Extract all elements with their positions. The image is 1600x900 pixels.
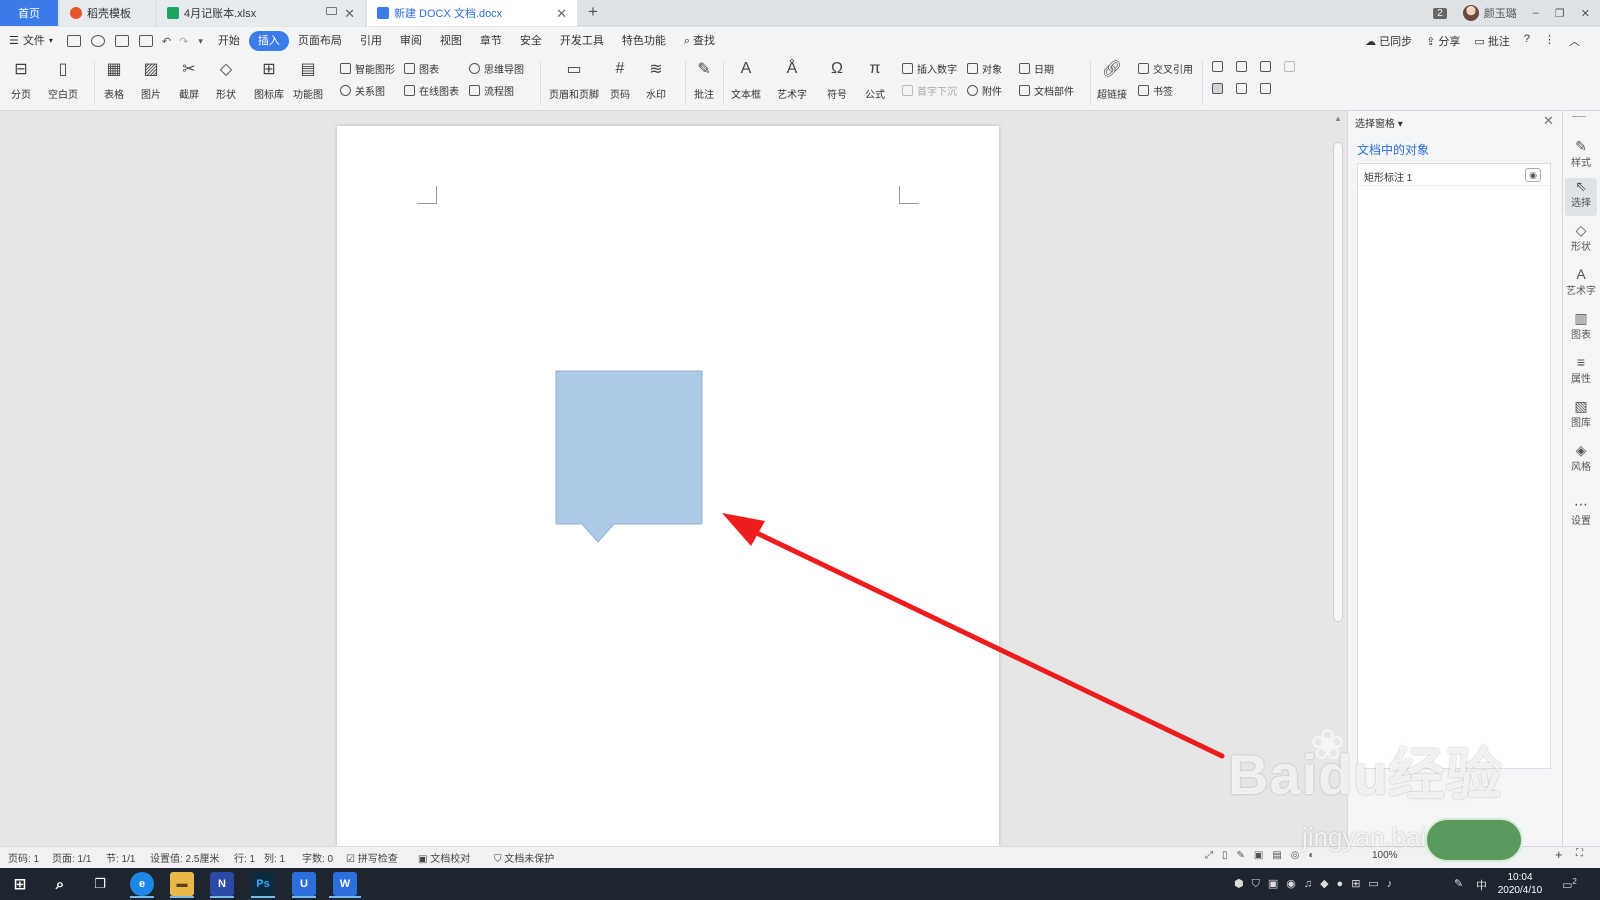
- clock-time: 10:04: [1507, 872, 1533, 883]
- brush-icon: ✎: [1575, 138, 1587, 154]
- sidebar-item-shape[interactable]: ◇ 形状: [1565, 222, 1597, 260]
- task-view-icon[interactable]: ❐: [88, 872, 112, 896]
- proofread-label: 文档校对: [430, 854, 471, 865]
- windows-start-icon[interactable]: ⊞: [8, 872, 32, 896]
- protection-status[interactable]: ⛉ 文档未保护: [494, 850, 554, 865]
- sidebar-item-label: 选择: [1571, 198, 1591, 209]
- protection-label: 文档未保护: [504, 854, 555, 865]
- sidebar-handle[interactable]: [1572, 116, 1586, 117]
- gallery-icon: ▧: [1574, 398, 1588, 414]
- theme-icon: ◈: [1575, 442, 1587, 458]
- baidu-watermark: Baidu经验: [1228, 743, 1503, 806]
- status-pages[interactable]: 页面: 1/1: [52, 850, 91, 865]
- sidebar-item-gallery[interactable]: ▧ 图库: [1565, 398, 1597, 436]
- active-indicator: [251, 896, 275, 898]
- sidebar-item-label: 属性: [1571, 374, 1591, 385]
- bar-chart-icon: ▥: [1574, 310, 1588, 326]
- red-arrow-head: [722, 513, 765, 546]
- fullscreen-icon[interactable]: ⛶: [1576, 848, 1583, 859]
- sidebar-item-chart[interactable]: ▥ 图表: [1565, 310, 1597, 348]
- zoom-in-icon[interactable]: +: [1555, 847, 1563, 862]
- search-icon[interactable]: ⌕: [48, 872, 72, 896]
- active-indicator: [329, 896, 361, 898]
- objects-section-title: 文档中的对象: [1357, 143, 1430, 157]
- sidebar-item-label: 图表: [1571, 330, 1591, 341]
- eye-icon[interactable]: ◉: [1525, 168, 1541, 182]
- active-indicator: [210, 896, 234, 898]
- browser-icon[interactable]: e: [130, 872, 154, 896]
- sidebar-item-select[interactable]: ⇖ 选择: [1565, 178, 1597, 216]
- active-indicator: [170, 896, 194, 898]
- scroll-up-icon[interactable]: ▲: [1334, 114, 1342, 123]
- jingyan-seal-logo: [1425, 818, 1523, 862]
- spell-check-label: 拼写检查: [357, 854, 398, 865]
- active-indicator: [292, 896, 316, 898]
- object-name: 矩形标注 1: [1364, 173, 1413, 184]
- status-page-code: 页码: 1: [8, 854, 40, 865]
- sidebar-item-label: 风格: [1571, 462, 1591, 473]
- sidebar-item-label: 样式: [1571, 158, 1591, 169]
- sidebar-item-properties[interactable]: ≡ 属性: [1565, 354, 1597, 392]
- more-dots-icon: ⋯: [1574, 496, 1588, 512]
- sliders-icon: ≡: [1576, 354, 1586, 370]
- sidebar-item-label: 设置: [1571, 516, 1591, 527]
- pen-icon[interactable]: ✎: [1454, 877, 1463, 890]
- notification-count: 2: [1572, 877, 1577, 886]
- close-icon[interactable]: ✕: [1543, 113, 1554, 129]
- sidebar-item-wordart[interactable]: A 艺术字: [1565, 266, 1597, 304]
- sidebar-item-label: 形状: [1571, 242, 1591, 253]
- sidebar-item-label: 艺术字: [1566, 286, 1596, 297]
- chevron-down-icon: ▾: [1397, 119, 1403, 130]
- app-icon[interactable]: N: [210, 872, 234, 896]
- photoshop-icon[interactable]: Ps: [251, 872, 275, 896]
- status-row: 行: 1: [234, 854, 256, 865]
- sidebar-item-label: 图库: [1571, 418, 1591, 429]
- rectangle-callout-shape[interactable]: [555, 370, 703, 543]
- sidebar-item-theme[interactable]: ◈ 风格: [1565, 442, 1597, 480]
- shape-icon: ◇: [1575, 222, 1587, 238]
- system-clock[interactable]: 10:04 2020/4/10: [1497, 871, 1543, 897]
- clock-date: 2020/4/10: [1497, 885, 1543, 896]
- status-word-count[interactable]: 字数: 0: [302, 850, 333, 865]
- status-section: 节: 1/1: [106, 854, 136, 865]
- red-annotation-arrow: [737, 522, 1225, 759]
- ime-indicator[interactable]: 中: [1476, 877, 1487, 893]
- file-explorer-icon[interactable]: ▬: [170, 872, 194, 896]
- status-col: 列: 1: [264, 854, 286, 865]
- object-list: [1357, 163, 1551, 769]
- selection-pane-title[interactable]: 选择窗格 ▾: [1355, 115, 1403, 130]
- app-icon[interactable]: U: [292, 872, 316, 896]
- proofread-button[interactable]: ▣ 文档校对: [418, 850, 470, 865]
- vertical-scrollbar[interactable]: [1333, 142, 1343, 622]
- sidebar-item-style[interactable]: ✎ 样式: [1565, 138, 1597, 176]
- notification-icon[interactable]: ▭2: [1562, 877, 1577, 892]
- cursor-icon: ⇖: [1575, 178, 1587, 194]
- status-setting[interactable]: 设置值: 2.5厘米: [150, 850, 219, 865]
- selection-pane-title-label: 选择窗格: [1355, 119, 1395, 130]
- wps-writer-icon[interactable]: W: [333, 872, 357, 896]
- tray-icons[interactable]: ⬢⛉▣◉♫◆●⊞▭♪: [1234, 877, 1400, 891]
- sidebar-item-settings[interactable]: ⋯ 设置: [1565, 496, 1597, 534]
- active-indicator: [130, 896, 154, 898]
- spell-check-button[interactable]: ☑ 拼写检查: [346, 850, 398, 865]
- wordart-icon: A: [1576, 266, 1586, 282]
